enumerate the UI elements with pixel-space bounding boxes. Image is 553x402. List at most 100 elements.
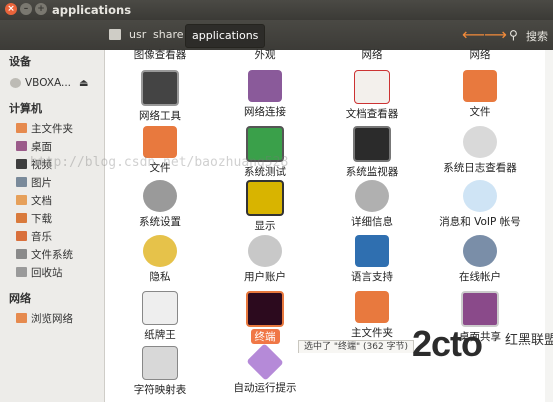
- file-item[interactable]: 系统监视器: [317, 126, 427, 179]
- file-label: 系统设置: [139, 216, 181, 228]
- file-item[interactable]: 主文件夹: [317, 291, 427, 340]
- search-icon[interactable]: ⚲: [509, 28, 518, 42]
- file-label-selected: 终端: [250, 329, 280, 344]
- maximize-window-button[interactable]: +: [35, 3, 47, 15]
- sidebar-item-documents[interactable]: 文档: [16, 192, 52, 208]
- file-item[interactable]: 文件: [425, 70, 535, 119]
- crumb-share[interactable]: share: [153, 28, 184, 41]
- log-viewer-icon: [463, 126, 497, 158]
- file-item[interactable]: 用户账户: [210, 235, 320, 284]
- file-item[interactable]: 字符映射表: [105, 346, 215, 397]
- file-label: 自动运行提示: [233, 382, 297, 394]
- file-label: 外观: [254, 49, 276, 61]
- sidebar-section-network: 网络: [9, 292, 31, 305]
- minimize-window-button[interactable]: –: [20, 3, 32, 15]
- file-item[interactable]: 消息和 VoIP 帐号: [425, 180, 535, 229]
- brand-subtext: 红黑联盟: [505, 333, 553, 348]
- file-item[interactable]: 外观: [210, 47, 320, 62]
- file-label: 图像查看器: [133, 49, 187, 61]
- file-item[interactable]: 系统测试: [210, 126, 320, 179]
- brand-text: 2cto: [412, 323, 483, 364]
- file-item[interactable]: 显示: [210, 180, 320, 233]
- file-item[interactable]: 隐私: [105, 235, 215, 284]
- status-bar: 选中了 "终端" (362 字节): [298, 340, 415, 353]
- file-item[interactable]: 系统日志查看器: [425, 126, 535, 175]
- user-accounts-icon: [248, 235, 282, 267]
- documents-icon: [16, 195, 27, 205]
- sidebar-item-filesystem[interactable]: 文件系统: [16, 246, 73, 262]
- file-item[interactable]: 终端: [210, 291, 320, 344]
- music-icon: [16, 231, 27, 241]
- sidebar-item-desktop[interactable]: 桌面: [16, 138, 52, 154]
- window-controls: × – +: [5, 3, 47, 15]
- file-item[interactable]: 自动运行提示: [210, 343, 320, 395]
- sidebar-item-label: 浏览网络: [31, 312, 73, 325]
- file-item[interactable]: 文档查看器: [317, 70, 427, 121]
- home-folder-icon: [16, 123, 27, 133]
- sidebar-section-devices: 设备: [9, 55, 31, 68]
- sidebar-item-pictures[interactable]: 图片: [16, 174, 52, 190]
- sidebar-item-device[interactable]: VBOXA... ⏏: [10, 75, 88, 91]
- file-label: 详细信息: [351, 216, 393, 228]
- file-label: 显示: [254, 220, 276, 232]
- files-icon: [463, 70, 497, 102]
- online-accounts-icon: [463, 235, 497, 267]
- messaging-icon: [463, 180, 497, 212]
- sidebar-item-browse-network[interactable]: 浏览网络: [16, 310, 73, 326]
- system-settings-icon: [143, 180, 177, 212]
- file-label: 主文件夹: [351, 327, 393, 339]
- details-icon: [355, 180, 389, 212]
- crumb-applications[interactable]: applications: [185, 24, 266, 48]
- forward-arrow-icon[interactable]: ⟶: [484, 25, 507, 44]
- file-item[interactable]: 网络: [317, 47, 427, 62]
- sidebar-item-label: 图片: [31, 176, 52, 189]
- file-item[interactable]: 网络连接: [210, 70, 320, 119]
- filesystem-icon: [16, 249, 27, 259]
- drive-icon[interactable]: [109, 29, 121, 40]
- sidebar-item-label: 回收站: [31, 266, 63, 279]
- desktop-icon: [16, 141, 27, 151]
- network-folder-icon: [16, 313, 27, 323]
- back-arrow-icon[interactable]: ⟵: [462, 25, 485, 44]
- terminal-icon: [246, 291, 284, 327]
- sidebar: 设备 VBOXA... ⏏ 计算机 主文件夹 桌面 视频 图片 文档 下载 音乐…: [0, 50, 105, 402]
- file-label: 用户账户: [244, 271, 286, 283]
- file-item[interactable]: 系统设置: [105, 180, 215, 229]
- file-item[interactable]: 网络: [425, 47, 535, 62]
- home-folder-icon: [355, 291, 389, 323]
- display-icon: [246, 180, 284, 216]
- file-label: 纸牌王: [144, 329, 176, 341]
- file-item[interactable]: 图像查看器: [105, 47, 215, 62]
- sidebar-item-downloads[interactable]: 下载: [16, 210, 52, 226]
- file-label: 消息和 VoIP 帐号: [439, 216, 521, 228]
- sidebar-item-home[interactable]: 主文件夹: [16, 120, 73, 136]
- sidebar-item-trash[interactable]: 回收站: [16, 264, 63, 280]
- search-button[interactable]: 搜索: [526, 28, 548, 44]
- sidebar-item-label: VBOXA...: [25, 77, 71, 89]
- file-item[interactable]: 纸牌王: [105, 291, 215, 342]
- file-item[interactable]: 详细信息: [317, 180, 427, 229]
- system-monitor-icon: [353, 126, 391, 162]
- eject-icon[interactable]: ⏏: [79, 78, 88, 89]
- disc-icon: [10, 78, 21, 88]
- privacy-icon: [143, 235, 177, 267]
- crumb-usr[interactable]: usr: [129, 28, 146, 41]
- close-window-button[interactable]: ×: [5, 3, 17, 15]
- file-label: 系统监视器: [345, 166, 399, 178]
- network-tools-icon: [141, 70, 179, 106]
- watermark: http://blog.csdn.net/baozhuang528: [30, 155, 289, 170]
- character-map-icon: [142, 346, 178, 380]
- sidebar-item-label: 桌面: [31, 140, 52, 153]
- file-label: 文档查看器: [345, 108, 399, 120]
- sidebar-item-label: 文档: [31, 194, 52, 207]
- file-item[interactable]: 语言支持: [317, 235, 427, 284]
- video-icon: [16, 159, 27, 169]
- sidebar-item-music[interactable]: 音乐: [16, 228, 52, 244]
- file-item[interactable]: 在线帐户: [425, 235, 535, 284]
- trash-icon: [16, 267, 27, 277]
- brand-logo: 2cto 红黑联盟: [412, 323, 553, 373]
- autorun-icon: [246, 343, 284, 381]
- file-label: 语言支持: [351, 271, 393, 283]
- file-item[interactable]: 网络工具: [105, 70, 215, 123]
- file-label: 网络连接: [244, 106, 286, 118]
